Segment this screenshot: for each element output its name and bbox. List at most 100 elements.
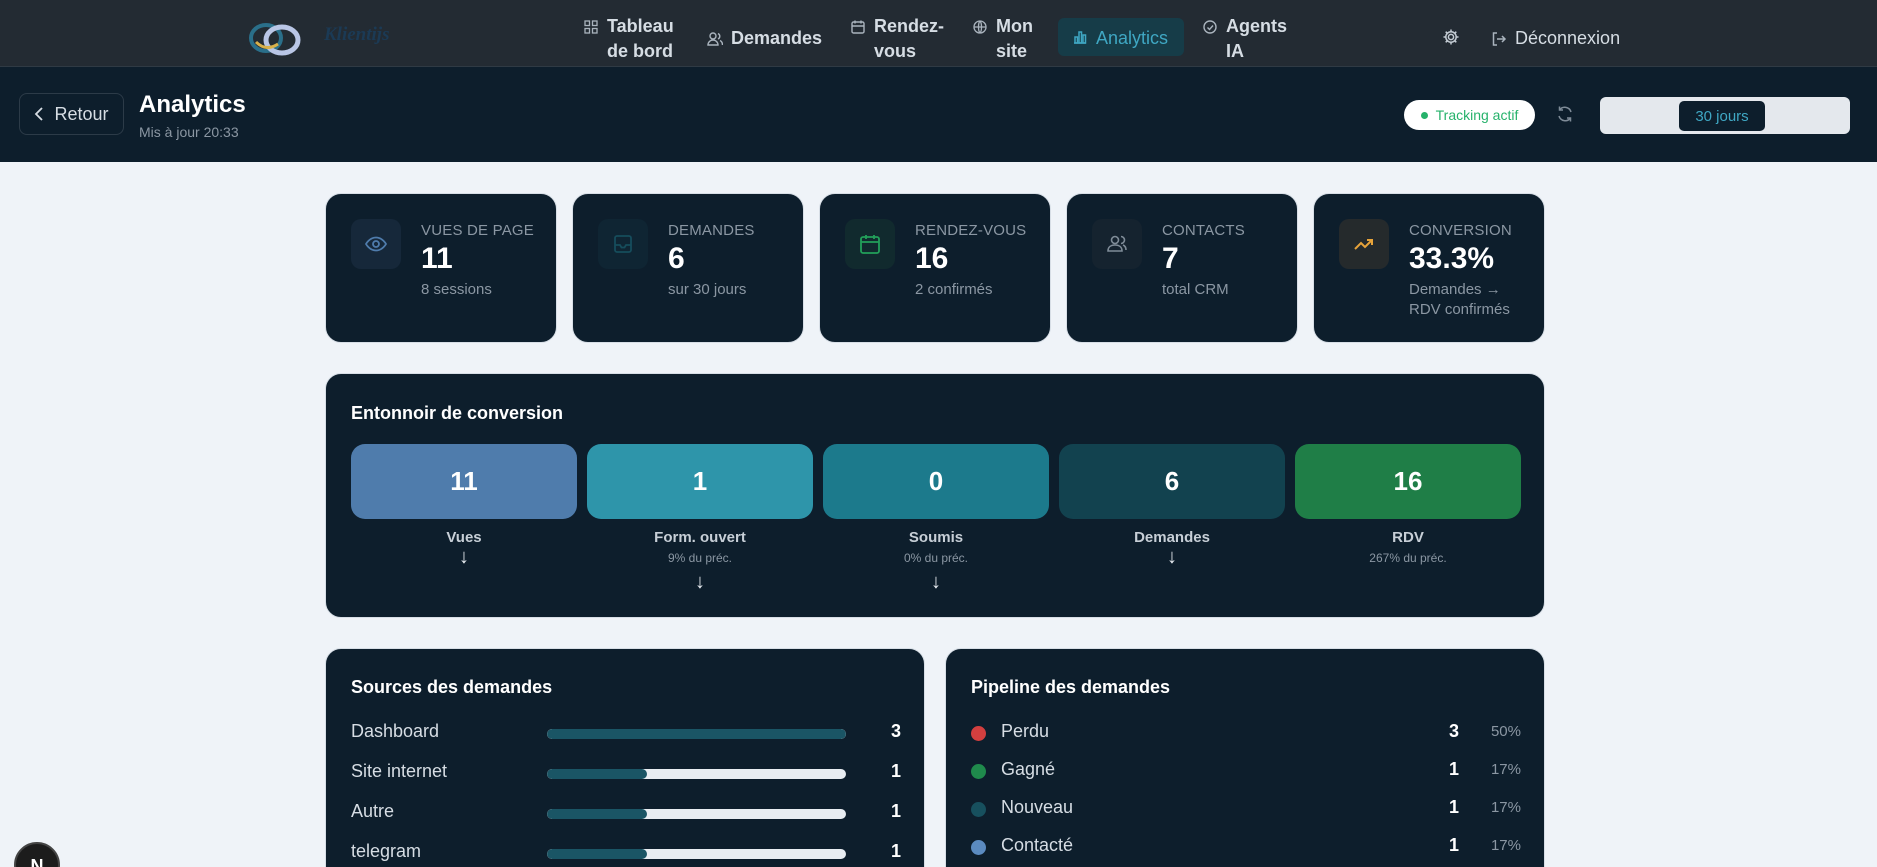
source-name: telegram	[351, 841, 422, 861]
funnel-step: 6 Demandes ↓	[1059, 444, 1285, 568]
pipeline-percent: 17%	[1490, 837, 1521, 854]
source-row: telegram 1	[351, 841, 901, 865]
eye-icon	[351, 219, 401, 269]
source-bar-fill	[547, 809, 647, 819]
funnel-step: 1 Form. ouvert 9% du préc. ↓	[587, 444, 813, 593]
stat-value: 11	[421, 242, 453, 275]
source-bar	[547, 809, 846, 819]
source-bar	[547, 769, 846, 779]
page-title: Analytics	[139, 91, 246, 118]
funnel-step-value: 1	[587, 444, 813, 519]
conversion-funnel-card: Entonnoir de conversion 11 Vues ↓ 1 Form…	[325, 373, 1545, 618]
nav-analytics[interactable]: Analytics	[1058, 18, 1184, 56]
nav-label-line1: Mon	[996, 16, 1033, 36]
inbox-icon	[598, 219, 648, 269]
top-navigation: Klientijs Tableau de bord Demandes Rendez…	[0, 0, 1877, 67]
pipeline-percent: 50%	[1490, 723, 1521, 740]
funnel-step: 16 RDV 267% du préc.	[1295, 444, 1521, 565]
status-dot-icon	[971, 764, 986, 779]
nav-demandes[interactable]: Demandes	[707, 26, 822, 51]
pipeline-status: Perdu	[1001, 721, 1050, 741]
stat-sub: total CRM	[1162, 281, 1229, 298]
pipeline-row: Nouveau 1 17%	[971, 797, 1521, 821]
source-count: 1	[890, 761, 901, 781]
source-bar-fill	[547, 769, 647, 779]
funnel-step-name: Vues	[446, 529, 482, 546]
status-dot-icon	[1420, 111, 1428, 119]
funnel-step-value: 11	[351, 444, 577, 519]
brand-name: Klientijs	[324, 24, 390, 45]
stat-label: Contacts	[1162, 222, 1245, 239]
calendar-icon	[851, 20, 865, 34]
settings-button[interactable]	[1442, 28, 1460, 51]
gear-icon	[1443, 29, 1459, 45]
range-option-30-days[interactable]: 30 jours	[1679, 101, 1765, 131]
arrow-down-icon: ↓	[459, 546, 469, 568]
pipeline-row: Contacté 1 17%	[971, 835, 1521, 859]
sources-card: Sources des demandes Dashboard 3 Site in…	[325, 648, 925, 867]
nav-agents-ia[interactable]: Agents IA	[1202, 14, 1287, 64]
nav-label-line2: de bord	[607, 41, 673, 61]
brand-logo[interactable]	[246, 18, 304, 58]
stat-card-page-views: Vues de page 11 8 sessions	[325, 193, 557, 343]
refresh-button[interactable]	[1556, 105, 1574, 128]
logout-label: Déconnexion	[1515, 28, 1621, 48]
funnel-step-value: 16	[1295, 444, 1521, 519]
stat-sub: 8 sessions	[421, 281, 492, 298]
funnel-step: 11 Vues ↓	[351, 444, 577, 568]
stat-value: 6	[668, 242, 685, 275]
grid-icon	[584, 20, 598, 34]
globe-icon	[973, 20, 987, 34]
nav-tableau-de-bord[interactable]: Tableau de bord	[583, 14, 674, 64]
pipeline-count: 1	[1448, 797, 1459, 817]
calendar-icon	[845, 219, 895, 269]
nav-label-line1: Rendez-	[874, 16, 945, 36]
pipeline-count: 1	[1448, 835, 1459, 855]
source-bar	[547, 849, 846, 859]
arrow-down-icon: ↓	[931, 571, 941, 593]
stat-card-contacts: Contacts 7 total CRM	[1066, 193, 1298, 343]
pipeline-row: Perdu 3 50%	[971, 721, 1521, 745]
funnel-step-value: 0	[823, 444, 1049, 519]
nav-label-line2: site	[996, 41, 1028, 61]
funnel-step-name: Soumis	[908, 529, 964, 546]
funnel-step-percent: 0% du préc.	[903, 551, 969, 565]
status-dot-icon	[971, 802, 986, 817]
nav-label-line1: Agents	[1226, 16, 1288, 36]
status-dot-icon	[971, 726, 986, 741]
source-bar	[547, 729, 846, 739]
tracking-status-badge: Tracking actif	[1404, 100, 1535, 130]
funnel-step-name: RDV	[1392, 529, 1424, 546]
chevron-left-icon	[35, 107, 44, 121]
stat-sub: 2 confirmés	[915, 281, 993, 298]
nav-label: Demandes	[731, 28, 823, 48]
nav-label-line1: Tableau	[607, 16, 674, 36]
stat-label: Conversion	[1409, 222, 1512, 239]
bot-icon	[1203, 20, 1217, 34]
nav-mon-site[interactable]: Mon site	[972, 14, 1033, 64]
nav-label-line2: vous	[874, 41, 917, 61]
source-count: 1	[890, 801, 901, 821]
tracking-label: Tracking actif	[1435, 107, 1519, 123]
pipeline-count: 1	[1448, 759, 1459, 779]
stat-sub: sur 30 jours	[668, 281, 747, 298]
page-header: Retour Analytics Mis à jour 20:33 Tracki…	[0, 67, 1877, 162]
dev-tools-badge[interactable]: N	[14, 842, 60, 867]
back-label: Retour	[54, 103, 109, 124]
last-updated: Mis à jour 20:33	[139, 124, 239, 140]
pipeline-status: Contacté	[1001, 835, 1074, 855]
users-icon	[707, 32, 723, 46]
back-button[interactable]: Retour	[19, 93, 124, 135]
funnel-step-value: 6	[1059, 444, 1285, 519]
pipeline-card: Pipeline des demandes Perdu 3 50% Gagné …	[945, 648, 1545, 867]
funnel-step-percent: 267% du préc.	[1369, 551, 1447, 565]
date-range-selector[interactable]: 30 jours	[1600, 97, 1850, 134]
nav-rendez-vous[interactable]: Rendez-vous	[850, 14, 944, 64]
pipeline-percent: 17%	[1490, 799, 1521, 816]
refresh-icon	[1558, 106, 1572, 122]
trending-up-icon	[1339, 219, 1389, 269]
source-row: Autre 1	[351, 801, 901, 825]
logout-button[interactable]: Déconnexion	[1491, 26, 1620, 51]
source-row: Site internet 1	[351, 761, 901, 785]
stat-value: 33.3%	[1409, 242, 1495, 275]
